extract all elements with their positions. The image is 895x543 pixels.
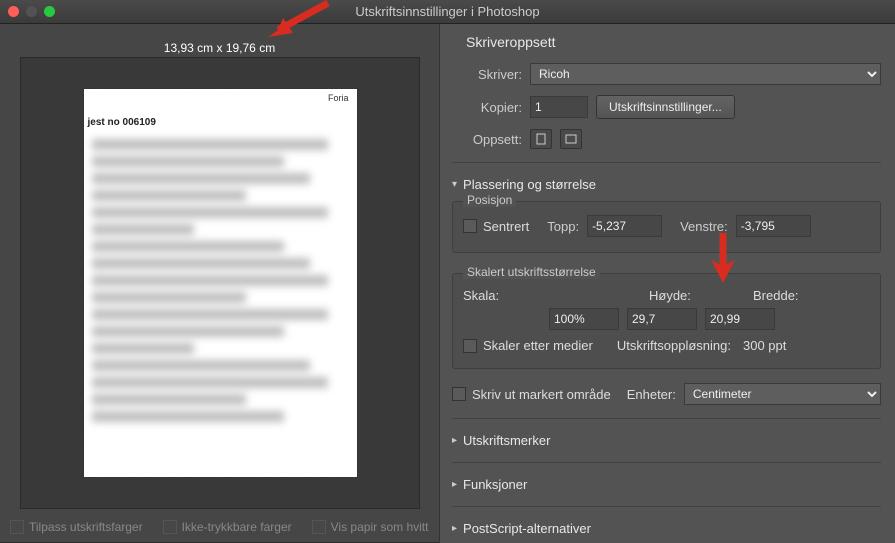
layout-label: Oppsett: (452, 132, 522, 147)
preview-page: Foria jest no 006109 (84, 89, 357, 477)
chevron-right-icon: ▸ (452, 523, 457, 534)
scaled-size-title: Skalert utskriftsstørrelse (463, 265, 600, 279)
placement-section-toggle[interactable]: ▾ Plassering og størrelse (452, 177, 881, 192)
copies-label: Kopier: (452, 100, 522, 115)
position-title: Posisjon (463, 193, 516, 207)
scale-to-media-checkbox[interactable]: Skaler etter medier (463, 338, 593, 353)
window-title: Utskriftsinnstillinger i Photoshop (0, 4, 895, 19)
nonprint-colors-checkbox: Ikke-trykkbare farger (163, 520, 292, 534)
height-label: Høyde: (649, 288, 719, 303)
functions-toggle[interactable]: ▸ Funksjoner (452, 477, 881, 492)
adjust-print-colors-checkbox: Tilpass utskriftsfarger (10, 520, 143, 534)
zoom-button[interactable] (44, 6, 55, 17)
top-input[interactable] (587, 215, 662, 237)
resolution-label: Utskriftsoppløsning: (617, 338, 731, 353)
preview-canvas: Foria jest no 006109 (20, 57, 420, 509)
window-controls (8, 6, 55, 17)
centered-checkbox[interactable]: Sentrert (463, 219, 529, 234)
left-label: Venstre: (680, 219, 728, 234)
left-input[interactable] (736, 215, 811, 237)
orientation-portrait-icon[interactable] (530, 129, 552, 149)
doc-blurred-body (84, 89, 357, 436)
minimize-button (26, 6, 37, 17)
copies-input[interactable] (530, 96, 588, 118)
postscript-toggle[interactable]: ▸ PostScript-alternativer (452, 521, 881, 536)
print-marks-toggle[interactable]: ▸ Utskriftsmerker (452, 433, 881, 448)
print-settings-button[interactable]: Utskriftsinnstillinger... (596, 95, 735, 119)
show-paper-white-checkbox: Vis papir som hvitt (312, 520, 429, 534)
resolution-value: 300 ppt (743, 338, 786, 353)
print-selected-area-checkbox[interactable]: Skriv ut markert område (452, 387, 611, 402)
titlebar: Utskriftsinnstillinger i Photoshop (0, 0, 895, 24)
close-button[interactable] (8, 6, 19, 17)
scale-label: Skala: (463, 288, 523, 303)
preview-panel: 13,93 cm x 19,76 cm Foria jest no 006109 (0, 24, 439, 543)
top-label: Topp: (547, 219, 579, 234)
preview-footer-options: Tilpass utskriftsfarger Ikke-trykkbare f… (10, 520, 428, 534)
scale-input[interactable] (549, 308, 619, 330)
scaled-size-fieldset: Skalert utskriftsstørrelse Skala: Høyde:… (452, 273, 881, 369)
printer-setup-title: Skriveroppsett (466, 34, 881, 50)
settings-panel: Skriveroppsett Skriver: Ricoh Kopier: Ut… (439, 24, 895, 543)
width-input[interactable] (705, 308, 775, 330)
units-label: Enheter: (627, 387, 676, 402)
height-input[interactable] (627, 308, 697, 330)
orientation-landscape-icon[interactable] (560, 129, 582, 149)
preview-dimensions: 13,93 cm x 19,76 cm (0, 41, 439, 55)
width-label: Bredde: (753, 288, 799, 303)
printer-label: Skriver: (452, 67, 522, 82)
position-fieldset: Posisjon Sentrert Topp: Venstre: (452, 201, 881, 253)
chevron-right-icon: ▸ (452, 479, 457, 490)
units-select[interactable]: Centimeter (684, 383, 881, 405)
printer-select[interactable]: Ricoh (530, 63, 881, 85)
placement-section-title: Plassering og størrelse (463, 177, 596, 192)
chevron-right-icon: ▸ (452, 435, 457, 446)
chevron-down-icon: ▾ (452, 179, 457, 190)
